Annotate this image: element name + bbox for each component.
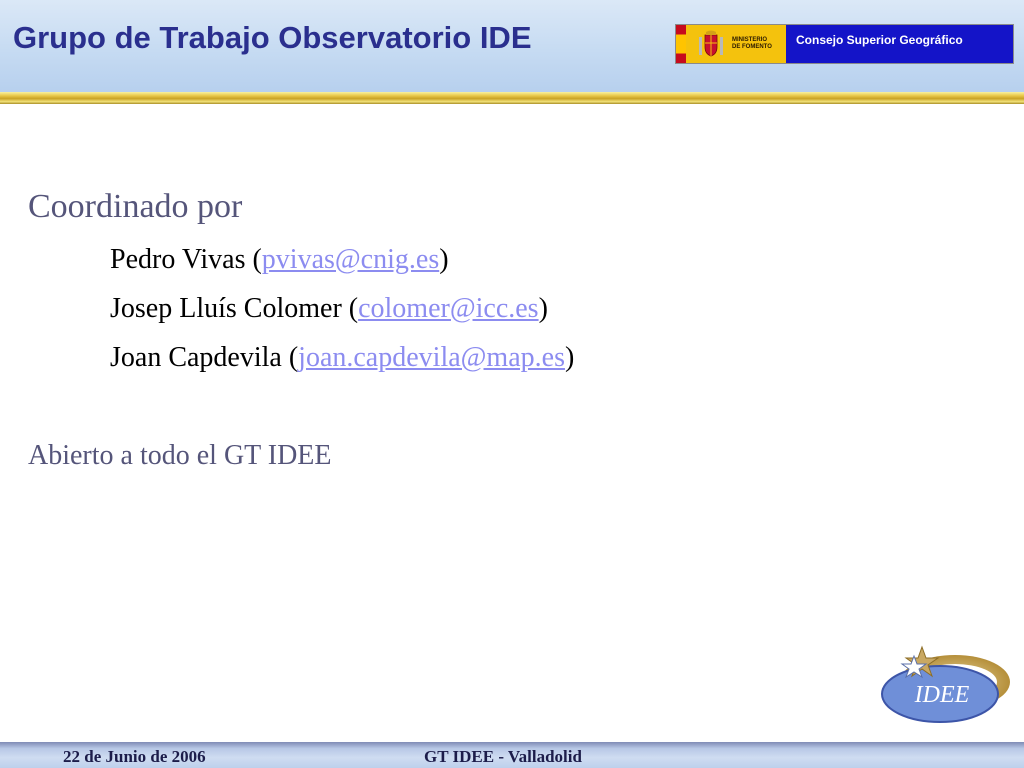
email-link[interactable]: pvivas@cnig.es bbox=[262, 244, 439, 275]
coordinator-1: Pedro Vivas (pvivas@cnig.es) bbox=[110, 244, 449, 276]
open-to-text: Abierto a todo el GT IDEE bbox=[28, 440, 332, 471]
agency-name: Consejo Superior Geográfico bbox=[796, 33, 963, 47]
email-link[interactable]: colomer@icc.es bbox=[358, 293, 538, 324]
agency-banner: Consejo Superior Geográfico bbox=[786, 25, 1013, 63]
section-heading: Coordinado por bbox=[28, 188, 243, 225]
coordinator-name: Pedro Vivas ( bbox=[110, 244, 262, 275]
footer-event: GT IDEE - Valladolid bbox=[424, 747, 582, 766]
header-divider bbox=[0, 92, 1024, 104]
ministry-logo: MINISTERIO DE FOMENTO bbox=[686, 25, 786, 63]
institution-logo: MINISTERIO DE FOMENTO Consejo Superior G… bbox=[675, 24, 1014, 64]
ministry-text-line1: MINISTERIO bbox=[732, 37, 768, 43]
closing-paren: ) bbox=[538, 293, 548, 324]
idee-logo-text: IDEE bbox=[914, 682, 970, 708]
footer-date: 22 de Junio de 2006 bbox=[63, 747, 206, 766]
header-band: Grupo de Trabajo Observatorio IDE MINIST… bbox=[0, 0, 1024, 92]
idee-logo: IDEE bbox=[881, 645, 1010, 723]
email-link[interactable]: joan.capdevila@map.es bbox=[298, 342, 565, 373]
coordinator-3: Joan Capdevila (joan.capdevila@map.es) bbox=[110, 342, 574, 374]
spain-flag-icon bbox=[676, 25, 686, 63]
closing-paren: ) bbox=[564, 342, 575, 373]
closing-paren: ) bbox=[439, 244, 449, 275]
coordinator-2: Josep Lluís Colomer (colomer@icc.es) bbox=[110, 293, 548, 325]
coordinator-name: Joan Capdevila ( bbox=[110, 342, 299, 373]
coordinator-name: Josep Lluís Colomer ( bbox=[110, 293, 359, 324]
slide-title: Grupo de Trabajo Observatorio IDE bbox=[13, 20, 532, 55]
ministry-text-line2: DE FOMENTO bbox=[732, 44, 772, 50]
footer-bar: 22 de Junio de 2006 GT IDEE - Valladolid bbox=[0, 742, 1024, 768]
coat-of-arms-icon bbox=[699, 30, 723, 57]
